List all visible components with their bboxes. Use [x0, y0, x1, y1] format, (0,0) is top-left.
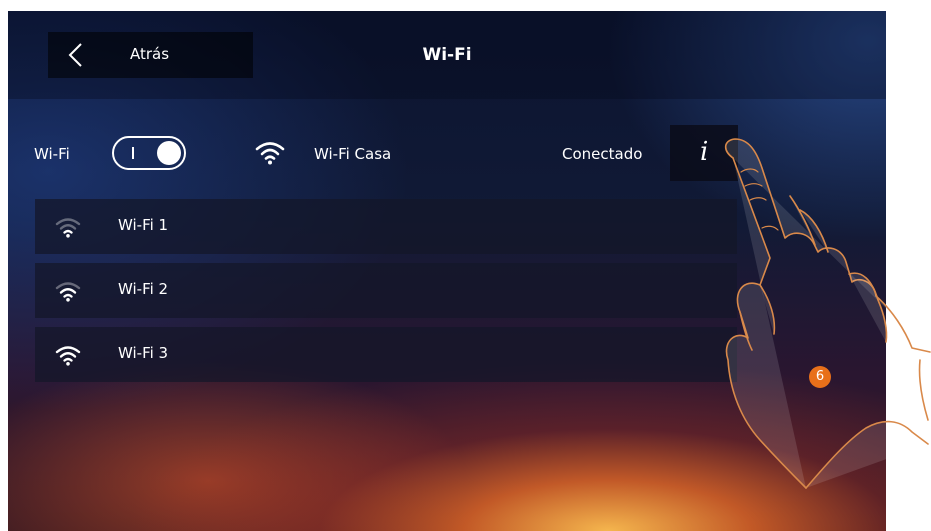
- wifi-toggle[interactable]: [112, 136, 186, 170]
- step-number-badge: 6: [809, 366, 831, 388]
- wifi-icon: [55, 282, 81, 302]
- toggle-on-mark: [132, 147, 134, 159]
- wifi-icon: [55, 218, 81, 238]
- network-info-button[interactable]: i: [670, 125, 738, 181]
- header-bar: Atrás Wi-Fi: [8, 11, 886, 99]
- wifi-switch-label: Wi-Fi: [34, 145, 70, 163]
- network-list-item[interactable]: Wi-Fi 2: [35, 263, 737, 318]
- wifi-icon: [55, 346, 81, 366]
- network-list-item[interactable]: Wi-Fi 3: [35, 327, 737, 382]
- current-network-name: Wi-Fi Casa: [314, 145, 392, 163]
- wifi-settings-screen: Atrás Wi-Fi Wi-Fi Wi-Fi Casa Conectado i…: [8, 11, 886, 531]
- network-list-item[interactable]: Wi-Fi 1: [35, 199, 737, 254]
- page-title: Wi-Fi: [422, 45, 472, 65]
- info-icon: i: [700, 137, 709, 167]
- connection-status: Conectado: [562, 145, 643, 163]
- wifi-icon: [255, 142, 285, 165]
- network-name: Wi-Fi 1: [118, 216, 169, 234]
- network-name: Wi-Fi 3: [118, 344, 169, 362]
- toggle-knob: [157, 141, 181, 165]
- network-name: Wi-Fi 2: [118, 280, 169, 298]
